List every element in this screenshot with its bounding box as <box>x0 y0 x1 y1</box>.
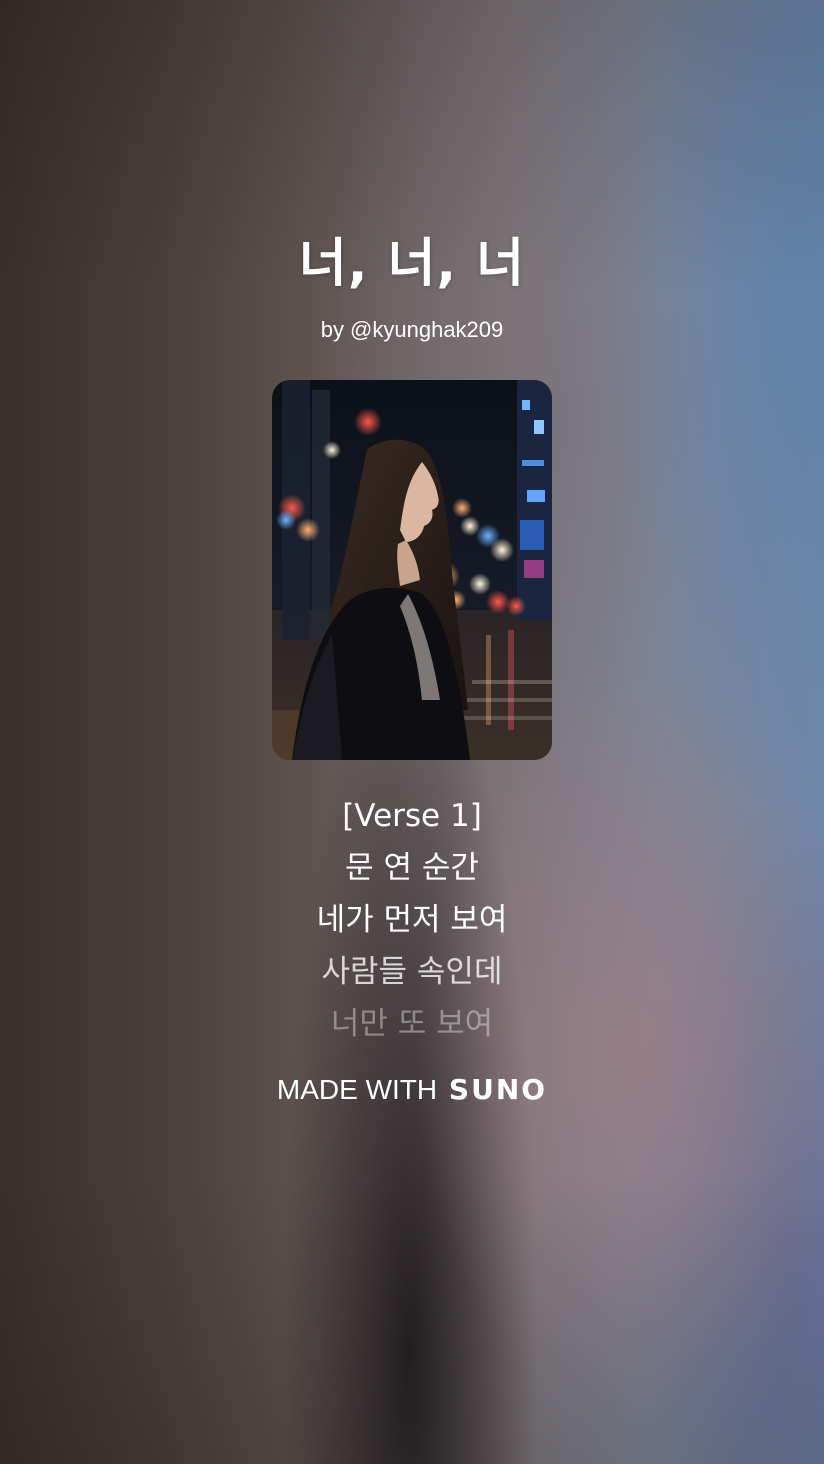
lyric-line: 문 연 순간 <box>345 850 479 886</box>
lyric-line: [Verse 1] <box>342 798 482 834</box>
lyric-line: 사람들 속인데 <box>321 954 503 990</box>
lyric-line: 너만 또 보여 <box>330 1006 494 1042</box>
cover-art <box>272 380 552 760</box>
lyrics-panel: [Verse 1] 문 연 순간 네가 먼저 보여 사람들 속인데 너만 또 보… <box>0 790 824 1050</box>
song-title: 너, 너, 너 <box>298 234 526 294</box>
made-with-label: MADE WITH <box>276 1074 438 1105</box>
made-with-suno-badge: MADE WITH SUNO <box>0 1070 824 1110</box>
lyric-line: 네가 먼저 보여 <box>316 902 508 938</box>
cover-art-image <box>272 380 552 760</box>
artist-handle: by @kyunghak209 <box>320 317 504 342</box>
suno-logo: SUNO <box>448 1073 548 1106</box>
